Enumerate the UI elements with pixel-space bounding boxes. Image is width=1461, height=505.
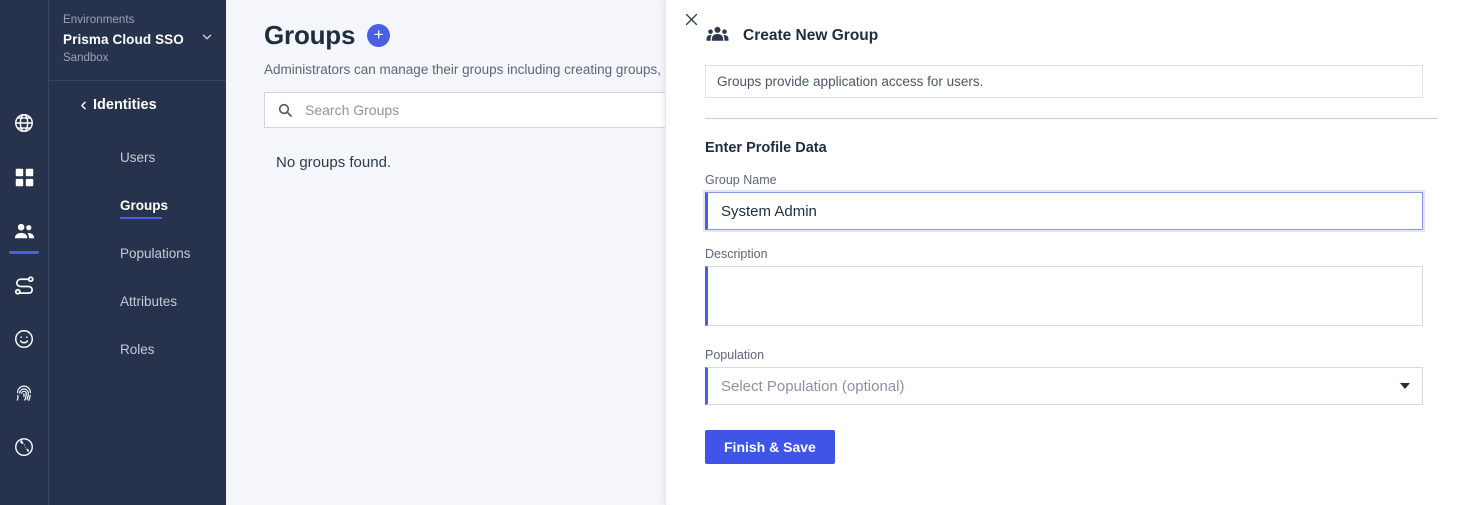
description-label: Description (705, 247, 1423, 261)
create-group-panel: Create New Group Groups provide applicat… (665, 0, 1461, 505)
page-title: Groups (264, 20, 355, 51)
globe-icon[interactable] (0, 96, 48, 150)
chevron-down-icon[interactable] (200, 30, 214, 44)
description-textarea[interactable] (705, 266, 1423, 326)
sidebar-item-groups[interactable]: Groups (49, 181, 226, 229)
icon-rail (0, 0, 48, 505)
world-globe-icon[interactable] (0, 420, 48, 474)
sidebar-item-attributes[interactable]: Attributes (49, 277, 226, 325)
population-label: Population (705, 348, 1423, 362)
group-name-label: Group Name (705, 173, 1423, 187)
description-field-group: Description (705, 247, 1423, 331)
population-select[interactable]: Select Population (optional) (705, 367, 1423, 405)
sidebar-nav-list: Users Groups Populations Attributes Role… (49, 133, 226, 373)
environment-label: Environments (63, 12, 212, 28)
sidebar-item-populations[interactable]: Populations (49, 229, 226, 277)
sidebar-item-roles[interactable]: Roles (49, 325, 226, 373)
info-box: Groups provide application access for us… (705, 65, 1423, 98)
search-icon (277, 102, 293, 118)
group-name-input[interactable] (705, 192, 1423, 230)
sidebar-item-label: Roles (120, 342, 155, 357)
chevron-left-icon[interactable] (77, 99, 90, 112)
add-group-button[interactable]: + (367, 24, 390, 47)
section-title: Enter Profile Data (666, 119, 1461, 156)
group-people-icon (705, 23, 730, 48)
environment-selector[interactable]: Environments Prisma Cloud SSO Sandbox (49, 0, 226, 80)
panel-header: Create New Group (666, 0, 1461, 48)
sidebar-item-label: Users (120, 150, 155, 165)
finish-and-save-button[interactable]: Finish & Save (705, 430, 835, 464)
environment-sub: Sandbox (63, 50, 212, 66)
population-select-wrap: Select Population (optional) (705, 367, 1423, 405)
sidebar-item-label: Attributes (120, 294, 177, 309)
sidebar: Environments Prisma Cloud SSO Sandbox Id… (48, 0, 226, 505)
group-name-field-group: Group Name (705, 173, 1423, 230)
close-icon[interactable] (680, 8, 702, 30)
flow-connections-icon[interactable] (0, 258, 48, 312)
sidebar-header[interactable]: Identities (49, 81, 226, 123)
sidebar-header-label: Identities (93, 97, 157, 113)
sidebar-item-label: Groups (120, 198, 168, 213)
dashboard-grid-icon[interactable] (0, 150, 48, 204)
fingerprint-icon[interactable] (0, 366, 48, 420)
people-icon[interactable] (0, 204, 48, 258)
sidebar-item-users[interactable]: Users (49, 133, 226, 181)
population-field-group: Population Select Population (optional) (705, 348, 1423, 405)
panel-title: Create New Group (743, 27, 878, 45)
app-root: Environments Prisma Cloud SSO Sandbox Id… (0, 0, 1461, 505)
environment-name: Prisma Cloud SSO (63, 30, 212, 49)
smiley-face-icon[interactable] (0, 312, 48, 366)
sidebar-item-label: Populations (120, 246, 191, 261)
